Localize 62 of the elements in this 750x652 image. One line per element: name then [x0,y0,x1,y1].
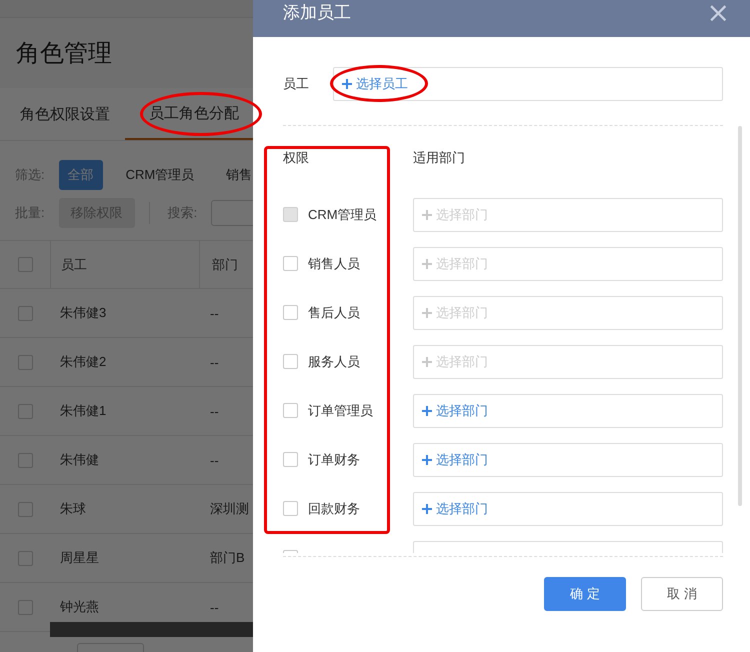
role-label: 订单管理员 [308,402,373,420]
table-cell: -- [210,354,219,370]
checkbox[interactable] [283,403,298,418]
plus-icon [422,406,432,416]
department-picker[interactable]: 选择部门 [413,394,723,428]
checkbox[interactable] [18,404,32,418]
role-label: 订单财务 [308,450,360,468]
plus-icon [422,210,432,220]
filter-option[interactable]: 全部 [58,160,103,190]
plus-icon [342,79,352,89]
role-label: 销售人员 [308,254,360,272]
plus-icon [422,356,432,366]
close-button[interactable]: × [706,0,730,26]
employee-picker[interactable]: 选择员工 [333,67,723,101]
page-title: 角色管理 [16,39,112,69]
checkbox[interactable] [18,306,32,320]
checkbox[interactable] [283,501,298,516]
table-cell: 部门B [210,550,245,565]
checkbox[interactable] [18,502,32,516]
table-cell: 朱伟健1 [60,402,106,420]
cancel-button[interactable]: 取 消 [641,577,723,611]
table-cell: -- [210,600,219,614]
filter-option[interactable]: 销售 [217,160,262,190]
table-cell: 朱伟健 [60,451,99,469]
checkbox[interactable] [283,207,298,222]
dialog-title: 添加员工 [283,2,351,24]
table-cell: 朱伟健3 [60,304,106,322]
table-cell: -- [210,452,219,468]
table-cell: 朱伟健2 [60,353,106,371]
checkbox[interactable] [283,256,298,271]
table-cell: -- [210,404,219,418]
confirm-button[interactable]: 确 定 [544,577,626,611]
column-header: 部门 [211,256,238,274]
department-picker[interactable]: 选择部门 [413,492,723,526]
checkbox[interactable] [18,257,32,272]
table-cell: 朱球 [60,500,86,518]
column-header: 员工 [51,241,200,288]
column-header: 适用部门 [413,149,465,167]
checkbox[interactable] [283,305,298,320]
checkbox[interactable] [18,550,32,566]
plus-icon [422,308,432,318]
column-header: 权限 [283,149,310,167]
table-cell: -- [210,306,219,320]
plus-icon [422,258,432,268]
checkbox[interactable] [283,354,298,369]
department-picker[interactable]: 选择部门 [413,442,723,476]
field-label: 员工 [283,75,310,93]
checkbox[interactable] [283,452,298,467]
checkbox[interactable] [18,354,32,370]
table-cell: 钟光燕 [60,598,99,616]
role-label: 售后人员 [308,304,360,322]
role-label: CRM管理员 [308,206,377,224]
table-cell: 深圳测 [210,501,249,516]
scrollbar[interactable] [738,126,742,506]
plus-icon [422,504,432,514]
checkbox[interactable] [18,600,32,614]
table-cell: 周星星 [60,549,99,567]
filter-option[interactable]: CRM管理员 [116,160,204,190]
role-label: 服务人员 [308,352,360,370]
plus-icon [422,454,432,464]
role-label: 回款财务 [308,500,360,518]
checkbox[interactable] [18,452,32,468]
